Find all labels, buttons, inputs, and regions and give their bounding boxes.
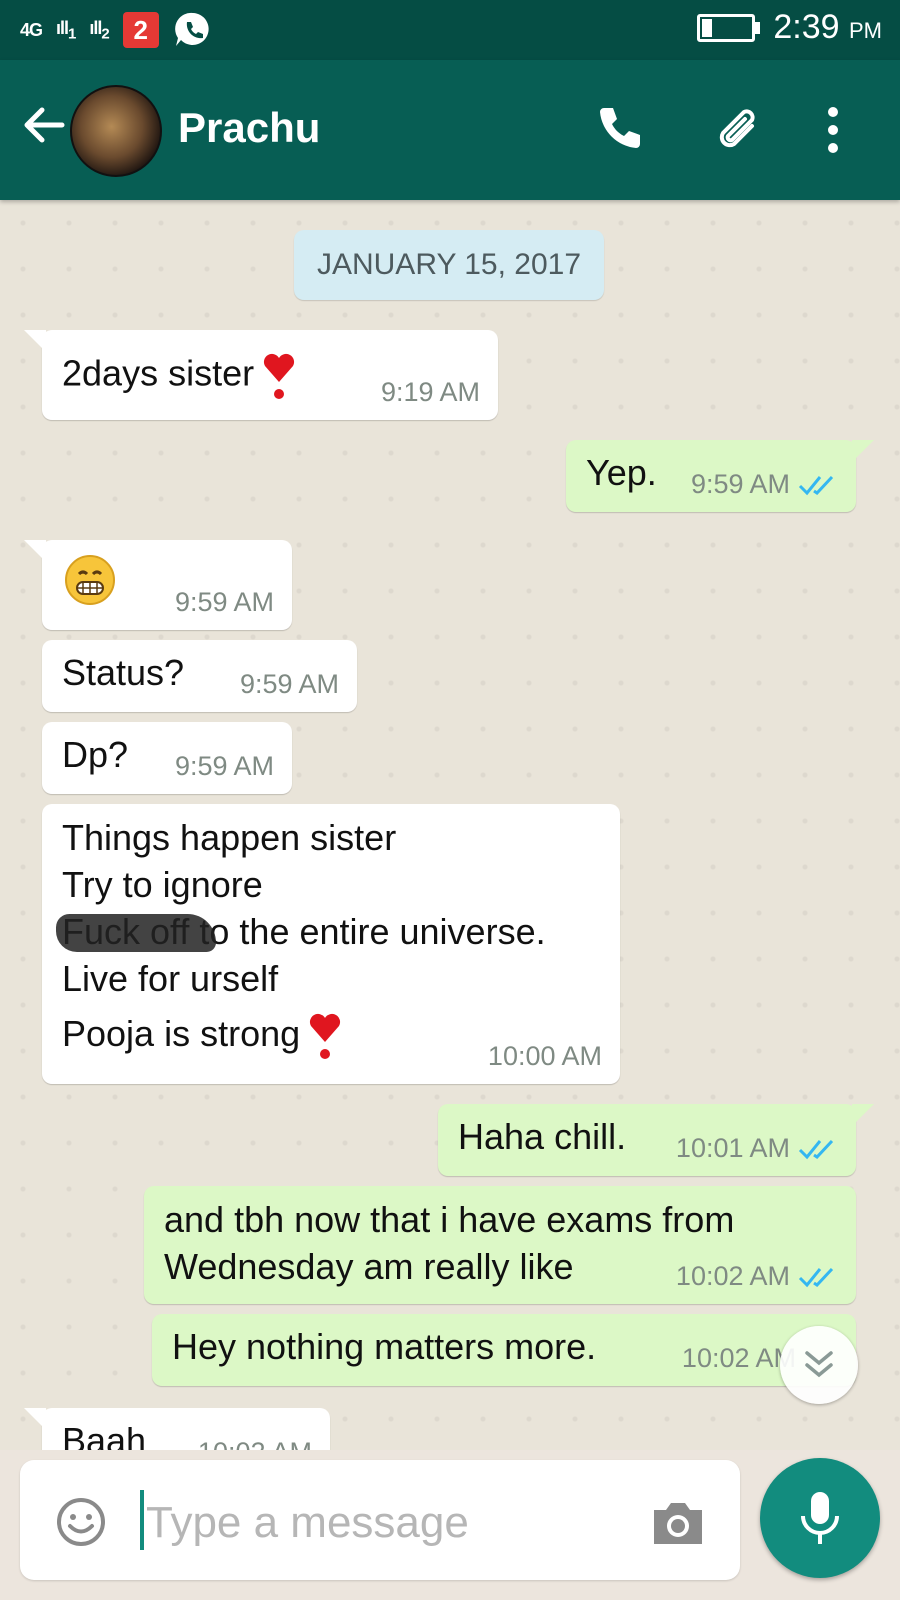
- message-text: Hey nothing matters more.: [172, 1326, 597, 1367]
- message-text: Things happen sister Try to ignore Fuck …: [56, 814, 546, 1062]
- outgoing-message[interactable]: Yep. 9:59 AM: [566, 440, 874, 512]
- camera-icon[interactable]: [650, 1498, 706, 1548]
- message-time: 9:59 AM: [174, 587, 274, 617]
- censored-text: Fuck off to the entire universe.: [56, 908, 546, 955]
- message-time: 10:00 AM: [487, 1041, 602, 1071]
- message-time: 9:59 AM: [174, 751, 274, 781]
- message-time: 9:59 AM: [239, 669, 339, 699]
- message-time: 10:02 AM: [676, 1261, 838, 1292]
- network-type: 4G: [20, 19, 43, 40]
- outgoing-message[interactable]: and tbh now that i have exams from Wedne…: [144, 1186, 856, 1304]
- chat-area[interactable]: JANUARY 15, 2017 2days sister 9:19 AM Ye…: [0, 200, 900, 1450]
- voice-call-icon[interactable]: [590, 102, 646, 158]
- chat-header: Prachu: [0, 60, 900, 200]
- incoming-message[interactable]: Things happen sister Try to ignore Fuck …: [42, 804, 620, 1084]
- heart-exclamation-icon: [264, 353, 295, 399]
- incoming-message[interactable]: Status? 9:59 AM: [42, 640, 357, 712]
- read-double-tick-icon: [798, 475, 834, 495]
- emoji-icon[interactable]: [54, 1495, 108, 1549]
- message-time: 10:02 AM: [681, 1343, 796, 1373]
- outgoing-message[interactable]: Haha chill. 10:01 AM: [438, 1104, 874, 1176]
- read-double-tick-icon: [798, 1267, 834, 1287]
- scroll-to-bottom-button[interactable]: [780, 1326, 858, 1404]
- message-text: Status?: [62, 652, 185, 693]
- whatsapp-call-icon: [174, 12, 209, 46]
- outgoing-message[interactable]: Hey nothing matters more. 10:02 AM: [152, 1314, 856, 1386]
- message-text: Haha chill.: [458, 1116, 627, 1157]
- message-placeholder: Type a message: [146, 1498, 469, 1547]
- composer-bar: Type a message: [0, 1450, 900, 1600]
- contact-name[interactable]: Prachu: [178, 104, 320, 152]
- voice-record-button[interactable]: [760, 1458, 880, 1578]
- read-double-tick-icon: [798, 1139, 834, 1159]
- message-text: Dp?: [62, 734, 129, 775]
- message-input[interactable]: Type a message: [20, 1460, 740, 1580]
- more-options-icon[interactable]: [818, 102, 848, 158]
- notification-badge: 2: [122, 12, 159, 48]
- message-time: 9:19 AM: [380, 377, 480, 407]
- status-bar: 4G ıll1 ıll2 2 2:39 PM: [0, 0, 900, 60]
- message-time: 10:02 AM: [198, 1437, 312, 1450]
- grimacing-face-emoji-icon: [65, 555, 115, 605]
- message-text: and tbh now that i have exams from Wedne…: [164, 1199, 735, 1287]
- signal-sim2-icon: ıll2: [89, 17, 109, 43]
- avatar[interactable]: [70, 85, 162, 177]
- battery-icon: [697, 13, 761, 42]
- text-caret: [140, 1490, 144, 1550]
- message-time: 10:01 AM: [676, 1133, 838, 1164]
- message-text: Baah: [62, 1420, 147, 1450]
- incoming-message[interactable]: Dp? 9:59 AM: [42, 722, 292, 794]
- incoming-message[interactable]: Baah 10:02 AM: [24, 1408, 330, 1450]
- status-clock: 2:39 PM: [773, 8, 882, 46]
- incoming-message[interactable]: 2days sister 9:19 AM: [24, 330, 498, 420]
- attach-paperclip-icon[interactable]: [712, 102, 768, 158]
- back-arrow-icon[interactable]: [18, 100, 68, 150]
- date-chip: JANUARY 15, 2017: [294, 230, 604, 300]
- message-time: 9:59 AM: [691, 469, 838, 500]
- message-text: 2days sister: [62, 352, 255, 394]
- double-chevron-down-icon: [805, 1351, 833, 1378]
- incoming-message[interactable]: 9:59 AM: [24, 540, 292, 630]
- heart-exclamation-icon: [310, 1014, 341, 1060]
- signal-sim1-icon: ıll1: [56, 17, 76, 43]
- message-text: Yep.: [586, 452, 657, 493]
- microphone-icon: [801, 1492, 839, 1544]
